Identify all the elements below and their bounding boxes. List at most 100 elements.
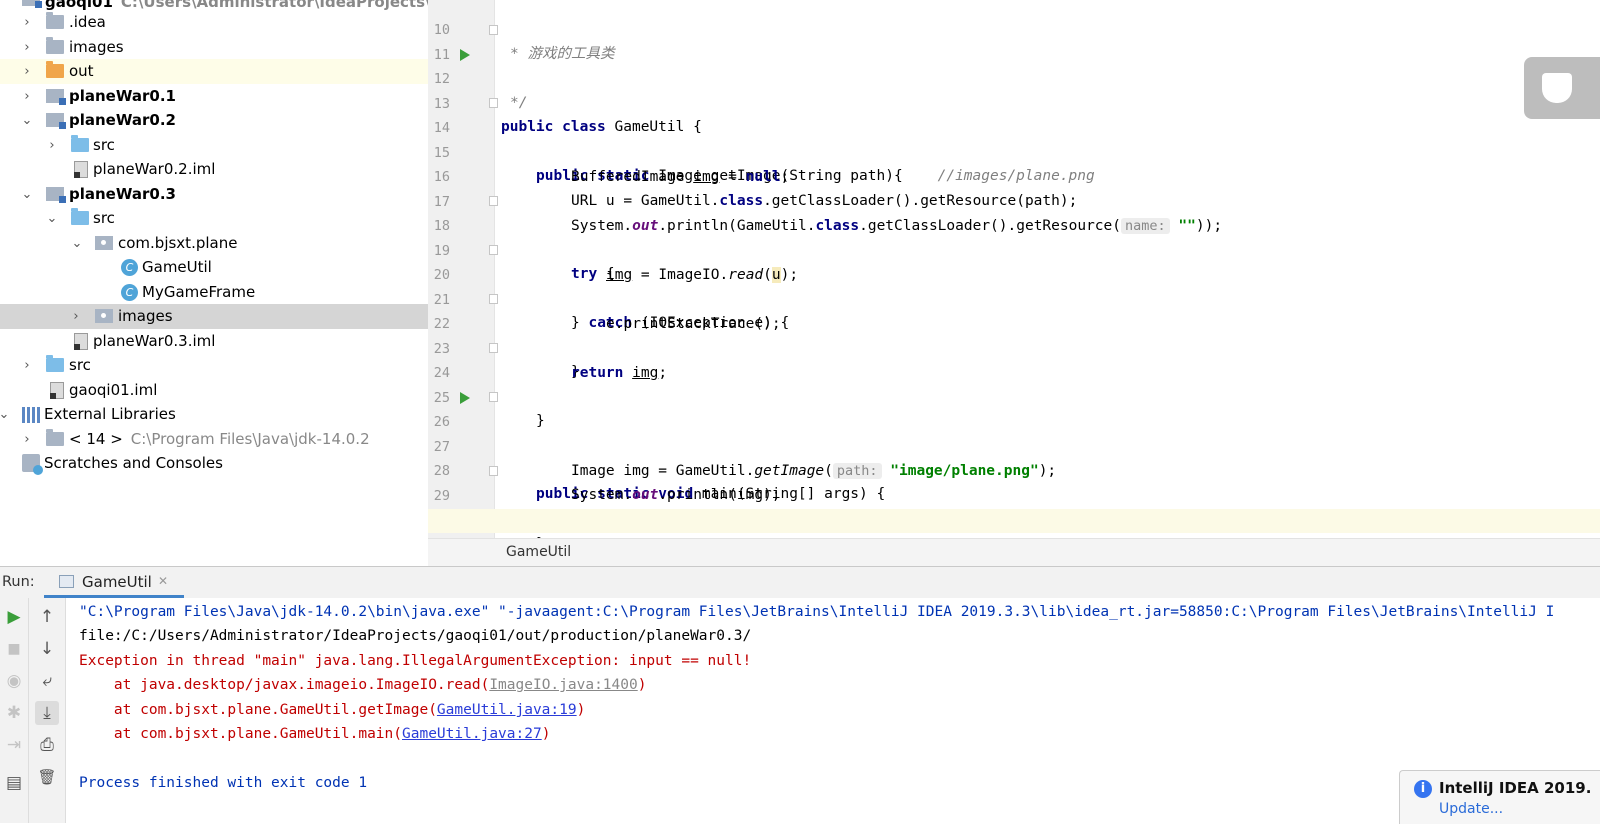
exit-icon[interactable]: ⇥ xyxy=(2,733,26,757)
tree-item-planewar03[interactable]: ⌄ planeWar0.3 xyxy=(0,182,435,207)
breadcrumb-item[interactable]: GameUtil xyxy=(506,544,571,560)
chevron-down-icon[interactable]: ⌄ xyxy=(70,231,84,256)
fold-icon[interactable] xyxy=(489,392,498,402)
stackframe-link[interactable]: ImageIO.java:1400 xyxy=(489,677,637,693)
code-line: 26 public static void main(String[] args… xyxy=(428,386,1600,502)
run-toolwindow-header: Run: GameUtil ✕ xyxy=(0,566,1600,599)
run-gutter-icon[interactable] xyxy=(460,49,470,61)
tree-item-images-selected[interactable]: › images xyxy=(0,304,435,329)
arrow-down-icon[interactable]: ↓ xyxy=(35,637,59,661)
tree-item-src[interactable]: › src xyxy=(0,353,435,378)
tree-item-idea[interactable]: › .idea xyxy=(0,10,435,35)
code-line: 10 * 游戏的工具类 xyxy=(428,0,1600,62)
tree-label: .idea xyxy=(69,13,106,31)
run-toolbar-secondary: ↑ ↓ ⤶ ⤓ ⎙ 🗑 xyxy=(29,598,66,823)
chevron-down-icon[interactable]: ⌄ xyxy=(45,206,59,231)
folder-icon xyxy=(46,61,64,78)
tree-item-gameutil[interactable]: C GameUtil xyxy=(0,255,435,280)
fold-icon[interactable] xyxy=(489,466,498,476)
run-console-output[interactable]: "C:\Program Files\Java\jdk-14.0.2\bin\ja… xyxy=(66,598,1600,823)
chevron-right-icon[interactable]: › xyxy=(20,353,34,378)
chevron-right-icon[interactable]: › xyxy=(20,427,34,452)
rerun-icon[interactable]: ▶ xyxy=(2,605,26,629)
tree-item-images[interactable]: › images xyxy=(0,35,435,60)
tree-item-gaoqi-iml[interactable]: gaoqi01.iml xyxy=(0,378,435,403)
project-tree: ⌄ gaoqi01C:\Users\Administrator\IdeaProj… xyxy=(0,0,436,566)
tree-item-mygameframe[interactable]: C MyGameFrame xyxy=(0,280,435,305)
chevron-right-icon[interactable]: › xyxy=(20,10,34,35)
module-icon xyxy=(46,113,66,129)
tree-label: planeWar0.3 xyxy=(69,185,176,203)
tree-label: GameUtil xyxy=(142,258,212,276)
notification-title: IntelliJ IDEA 2019. xyxy=(1439,779,1592,797)
fold-icon[interactable] xyxy=(489,245,498,255)
code-line: 22 } xyxy=(428,288,1600,380)
tree-item-src[interactable]: › src xyxy=(0,133,435,158)
stackframe-link[interactable]: GameUtil.java:27 xyxy=(402,726,542,742)
tree-item-out[interactable]: › out xyxy=(0,59,435,84)
close-icon[interactable]: ✕ xyxy=(158,574,168,588)
tree-item-external-libraries[interactable]: ⌄ External Libraries xyxy=(0,402,435,427)
fold-icon[interactable] xyxy=(489,25,498,35)
folder-icon xyxy=(46,12,64,29)
fold-icon[interactable] xyxy=(489,343,498,353)
tree-item-src[interactable]: ⌄ src xyxy=(0,206,435,231)
tree-item-planewar01[interactable]: › planeWar0.1 xyxy=(0,84,435,109)
library-icon xyxy=(22,407,40,423)
iml-file-icon xyxy=(74,161,88,178)
chevron-down-icon[interactable]: ⌄ xyxy=(20,108,34,133)
tree-label: out xyxy=(69,62,94,80)
stop-icon[interactable]: ■ xyxy=(2,637,26,661)
chevron-right-icon[interactable]: › xyxy=(20,84,34,109)
chevron-right-icon[interactable]: › xyxy=(45,133,59,158)
tree-item-package[interactable]: ⌄ com.bjsxt.plane xyxy=(0,231,435,256)
code-editor[interactable]: 10 * 游戏的工具类 11 */ 12 public class GameUt… xyxy=(428,0,1600,538)
print-icon[interactable]: ⎙ xyxy=(35,733,59,757)
tree-label: MyGameFrame xyxy=(142,283,256,301)
chevron-down-icon[interactable]: ⌄ xyxy=(20,182,34,207)
console-line: file:/C:/Users/Administrator/IdeaProject… xyxy=(79,628,752,644)
run-gutter-icon[interactable] xyxy=(460,392,470,404)
tree-label: planeWar0.2 xyxy=(69,111,176,129)
tree-label: Scratches and Consoles xyxy=(44,454,223,472)
run-label: Run: xyxy=(2,574,35,590)
code-line: 25 xyxy=(428,362,1600,406)
chevron-down-icon[interactable]: ⌄ xyxy=(0,402,11,427)
module-icon xyxy=(22,0,42,8)
code-line: 12 public class GameUtil { xyxy=(428,43,1600,135)
stackframe-link[interactable]: GameUtil.java:19 xyxy=(437,702,577,718)
console-line-stackframe: at java.desktop/javax.imageio.ImageIO.re… xyxy=(79,677,647,693)
tab-gameutil-run[interactable]: GameUtil ✕ xyxy=(44,567,184,598)
package-icon xyxy=(95,309,113,323)
console-line-exit: Process finished with exit code 1 xyxy=(79,775,368,791)
code-line: 21 e.printStackTrace(); xyxy=(428,264,1600,332)
code-line: 28 System.out.println(img); xyxy=(428,435,1600,503)
fold-icon[interactable] xyxy=(489,196,498,206)
soft-wrap-icon[interactable]: ⤶ xyxy=(35,669,59,693)
scroll-to-end-icon[interactable]: ⤓ xyxy=(35,701,59,725)
console-icon xyxy=(59,575,74,588)
update-notification[interactable]: i IntelliJ IDEA 2019. Update... xyxy=(1399,770,1600,824)
tree-item-jdk[interactable]: › < 14 > C:\Program Files\Java\jdk-14.0.2 xyxy=(0,427,435,452)
trash-icon[interactable]: 🗑 xyxy=(35,765,59,789)
fold-icon[interactable] xyxy=(489,294,498,304)
folder-icon xyxy=(46,37,64,54)
tree-item-iml[interactable]: planeWar0.2.iml xyxy=(0,157,435,182)
floating-widget[interactable] xyxy=(1524,57,1600,119)
arrow-up-icon[interactable]: ↑ xyxy=(35,605,59,629)
code-line: 11 */ xyxy=(428,19,1600,111)
debug-icon[interactable]: ✱ xyxy=(2,701,26,725)
camera-icon[interactable]: ◉ xyxy=(2,669,26,693)
tree-item-iml[interactable]: planeWar0.3.iml xyxy=(0,329,435,354)
layout-icon[interactable]: ▤ xyxy=(2,771,26,795)
chevron-right-icon[interactable]: › xyxy=(69,304,83,329)
notification-update-link[interactable]: Update... xyxy=(1439,801,1503,817)
iml-file-icon xyxy=(74,333,88,350)
chevron-right-icon[interactable]: › xyxy=(20,35,34,60)
fold-icon[interactable] xyxy=(489,98,498,108)
code-line: 18 try { xyxy=(428,190,1600,282)
tree-item-scratches[interactable]: Scratches and Consoles xyxy=(0,451,435,476)
chevron-right-icon[interactable]: › xyxy=(20,59,34,84)
tree-item-planewar02[interactable]: ⌄ planeWar0.2 xyxy=(0,108,435,133)
code-line: 24 } xyxy=(428,337,1600,429)
